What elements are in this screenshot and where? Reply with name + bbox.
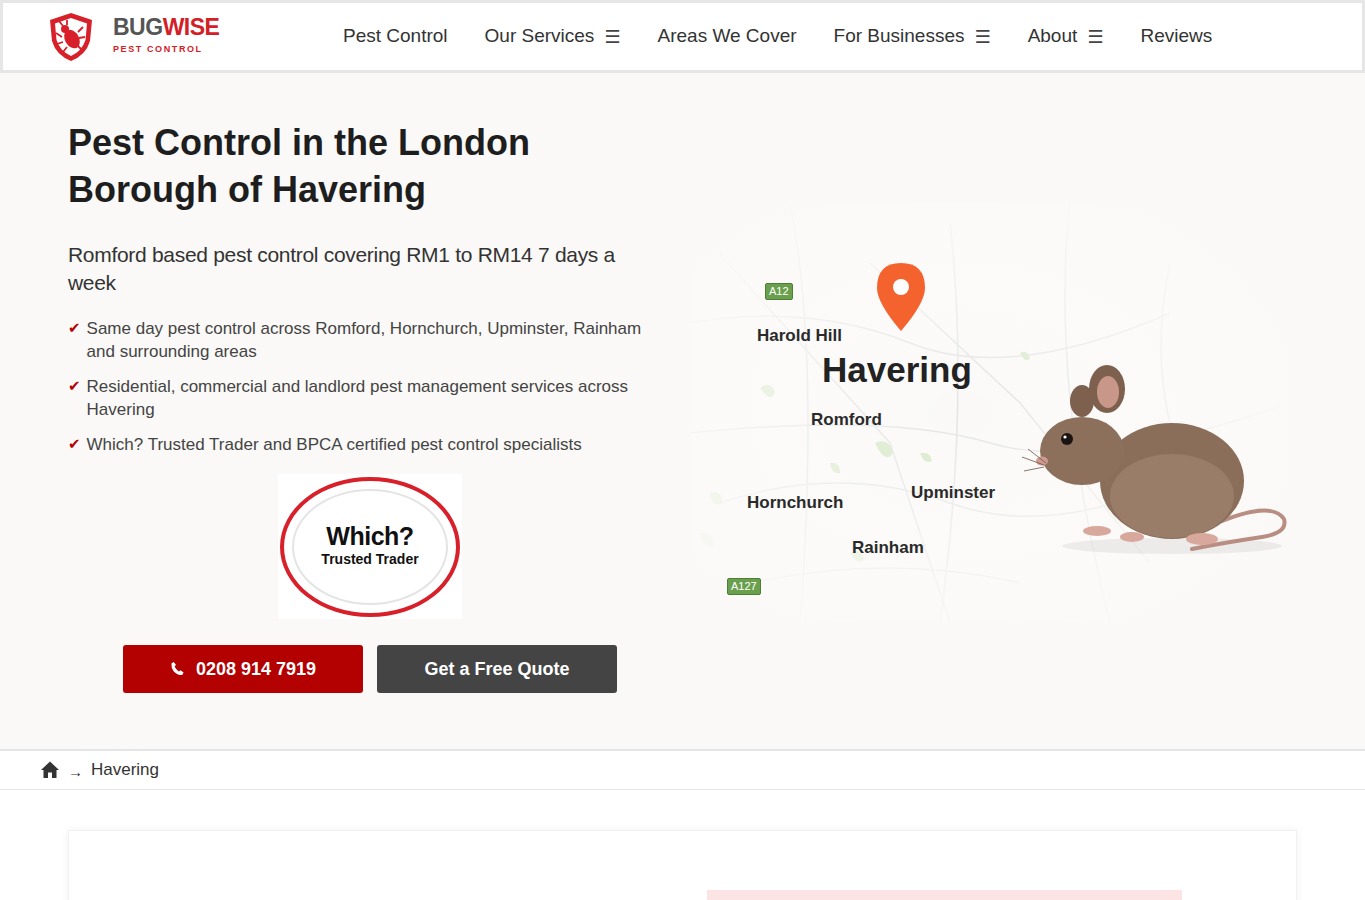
nav-label: About [1028,22,1078,51]
map-label: Harold Hill [757,323,842,349]
badge-title: Which? [326,523,413,549]
breadcrumb-item: Havering [91,757,159,783]
which-trusted-trader-badge: Which?Trusted Trader [278,474,462,619]
mouse-icon [1022,361,1290,556]
hero-section: Pest Control in the London Borough of Ha… [0,73,1365,749]
map-label: A127 [727,578,761,595]
breadcrumb-bar: → Havering [0,749,1365,790]
tick-icon: ✔ [68,375,81,421]
feature-text: Residential, commercial and landlord pes… [87,375,653,421]
nav-label: Pest Control [343,22,448,51]
nav-item[interactable]: For Businesses ☰ [834,22,991,51]
nav-item[interactable]: Pest Control [343,22,448,51]
feature-text: Which? Trusted Trader and BPCA certified… [87,433,582,456]
nav-label: For Businesses [834,22,965,51]
nav-item[interactable]: About ☰ [1028,22,1104,51]
nav-label: Reviews [1140,22,1212,51]
feature-text: Same day pest control across Romford, Ho… [87,317,653,363]
tick-icon: ✔ [68,317,81,363]
home-link[interactable] [40,760,60,780]
menu-icon[interactable]: ☰ [1087,23,1103,50]
havering-map: A12 Harold HillHavering Romford Hornchurch U… [690,203,1290,623]
feature-item: ✔Residential, commercial and landlord pe… [68,375,653,421]
call-button[interactable]: 0208 914 7919 [123,645,363,693]
content-section [0,790,1365,900]
map-label: Hornchurch [747,490,843,516]
brand-tagline: PEST CONTROL [113,43,219,57]
home-icon [40,760,60,780]
nav-item[interactable]: Our Services ☰ [485,22,621,51]
hero-title: Pest Control in the London Borough of Ha… [68,119,588,213]
nav-item[interactable]: Reviews [1140,22,1212,51]
logo[interactable]: BUGWISEPEST CONTROL [45,11,215,63]
menu-icon[interactable]: ☰ [604,23,620,50]
nav-item[interactable]: Areas We Cover [658,22,797,51]
content-card [68,830,1297,900]
hero-subtitle: Romford based pest control covering RM1 … [68,241,658,297]
logo-text: BUGWISE PEST CONTROL [113,16,219,57]
map-label: Havering [822,344,972,397]
brand-name: BUGWISE [113,16,219,39]
map-label: Rainham [852,535,924,561]
quote-button[interactable]: Get a Free Quote [377,645,617,693]
feature-item: ✔Same day pest control across Romford, H… [68,317,653,363]
map-background [690,203,1290,623]
badge-subtitle: Trusted Trader [321,549,418,570]
map-pin-icon [875,261,927,333]
nav-label: Areas We Cover [658,22,797,51]
brand-second: WISE [163,14,220,40]
nav-menu: Pest Control Our Services ☰ Areas We Cover F… [343,22,1212,51]
hero-buttons: 0208 914 7919 Get a Free Quote [68,645,672,693]
top-navbar: BUGWISE PEST CONTROL Pest Control Our Servi… [0,0,1365,73]
hero-content: Pest Control in the London Borough of Ha… [68,119,672,693]
feature-list: ✔Same day pest control across Romford, H… [68,317,653,456]
menu-icon[interactable]: ☰ [974,23,990,50]
nav-label: Our Services [485,22,595,51]
breadcrumb-separator: → [68,761,83,784]
brand-first: BUG [113,14,163,40]
call-number: 0208 914 7919 [196,656,316,683]
map-label: A12 [765,283,793,300]
map-label: Upminster [911,480,995,506]
feature-item: ✔ Which? Trusted Trader and BPCA certifie… [68,433,653,456]
badge-oval: Which?Trusted Trader [280,477,460,617]
phone-icon [170,661,186,677]
shield-bug-icon [45,11,97,63]
highlight-box [707,890,1182,900]
map-label: Romford [811,407,882,433]
tick-icon: ✔ [68,433,81,456]
